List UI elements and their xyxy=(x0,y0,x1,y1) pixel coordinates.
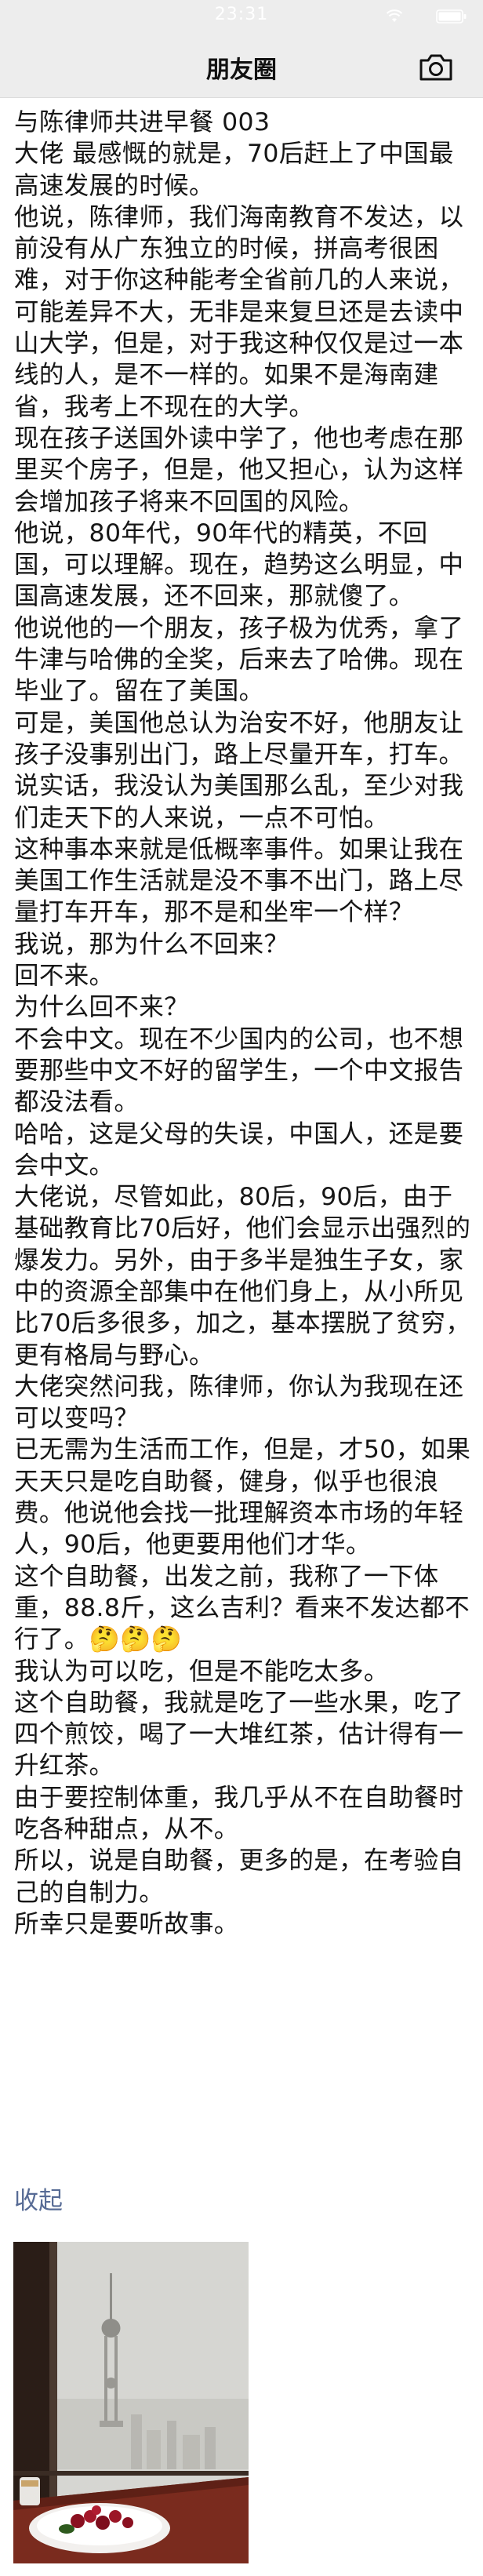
nav-bar: 朋友圈 xyxy=(0,35,483,98)
wifi-icon xyxy=(386,9,403,22)
post-paragraph: 所幸只是要听故事。 xyxy=(14,1909,239,1938)
collapse-link[interactable]: 收起 xyxy=(14,2185,63,2217)
post-paragraph: 大佬 最感慨的就是，70后赶上了中国最高速发展的时候。 xyxy=(14,140,454,200)
post-paragraph: 大佬说，尽管如此，80后，90后，由于基础教育比70后好，他们会显示出强烈的爆发… xyxy=(14,1183,471,1370)
post-paragraph: 不会中文。现在不少国内的公司，也不想要那些中文不好的留学生，一个中文报告都没法看… xyxy=(14,1024,464,1117)
post-paragraph: 为什么回不来？ xyxy=(14,993,189,1022)
page-title: 朋友圈 xyxy=(206,56,277,84)
status-time: 23:31 xyxy=(214,5,269,24)
post-paragraph: 现在孩子送国外读中学了，他也考虑在那里买个房子，但是，他又担心，认为这样会增加孩… xyxy=(14,424,464,516)
post-text: 与陈律师共进早餐 003 大佬 最感慨的就是，70后赶上了中国最高速发展的时候。… xyxy=(14,107,477,1940)
post-paragraph: 与陈律师共进早餐 003 xyxy=(14,108,271,136)
photo-thumbnail xyxy=(13,2242,249,2563)
post-paragraph: 我说，那为什么不回来？ xyxy=(14,930,289,959)
post-paragraph: 回不来。 xyxy=(14,962,114,991)
post-photo[interactable] xyxy=(13,2242,249,2563)
post-paragraph: 已无需为生活而工作，但是，才50，如果天天只是吃自助餐，健身，似乎也很浪费。他说… xyxy=(14,1435,471,1559)
post-paragraph: 我认为可以吃，但是不能吃太多。 xyxy=(14,1657,389,1686)
status-bar: 23:31 xyxy=(0,0,483,35)
post-paragraph: 他说，80年代，90年代的精英，不回国，可以理解。现在，趋势这么明显，中国高速发… xyxy=(14,518,464,611)
camera-icon[interactable] xyxy=(416,52,456,83)
post-paragraph: 所以，说是自助餐，更多的是，在考验自己的自制力。 xyxy=(14,1846,464,1907)
post-paragraph: 这个自助餐，我就是吃了一些水果，吃了四个煎饺，喝了一大堆红茶，估计得有一升红茶。 xyxy=(14,1688,464,1781)
post-paragraph: 这个自助餐，出发之前，我称了一下体重，88.8斤，这么吉利？看来不发达都不行了。… xyxy=(14,1562,470,1654)
post-paragraph: 由于要控制体重，我几乎从不在自助餐时吃各种甜点，从不。 xyxy=(14,1783,464,1844)
post-paragraph: 他说他的一个朋友，孩子极为优秀，拿了牛津与哈佛的全奖，后来去了哈佛。现在毕业了。… xyxy=(14,613,464,706)
post-paragraph: 大佬突然问我，陈律师，你认为我现在还可以变吗？ xyxy=(14,1372,464,1433)
post-paragraph: 说实话，我没认为美国那么乱，至少对我们走天下的人来说，一点不可怕。 xyxy=(14,772,464,832)
post-paragraph: 他说，陈律师，我们海南教育不发达，以前没有从广东独立的时候，拼高考很困难，对于你… xyxy=(14,202,464,421)
post-paragraph: 可是，美国他总认为治安不好，他朋友让孩子没事别出门，路上尽量开车，打车。 xyxy=(14,708,464,769)
post-paragraph: 哈哈，这是父母的失误，中国人，还是要会中文。 xyxy=(14,1119,464,1180)
post-paragraph: 这种事本来就是低概率事件。如果让我在美国工作生活就是没不事不出门，路上尽量打车开… xyxy=(14,835,464,927)
battery-icon xyxy=(436,9,467,24)
